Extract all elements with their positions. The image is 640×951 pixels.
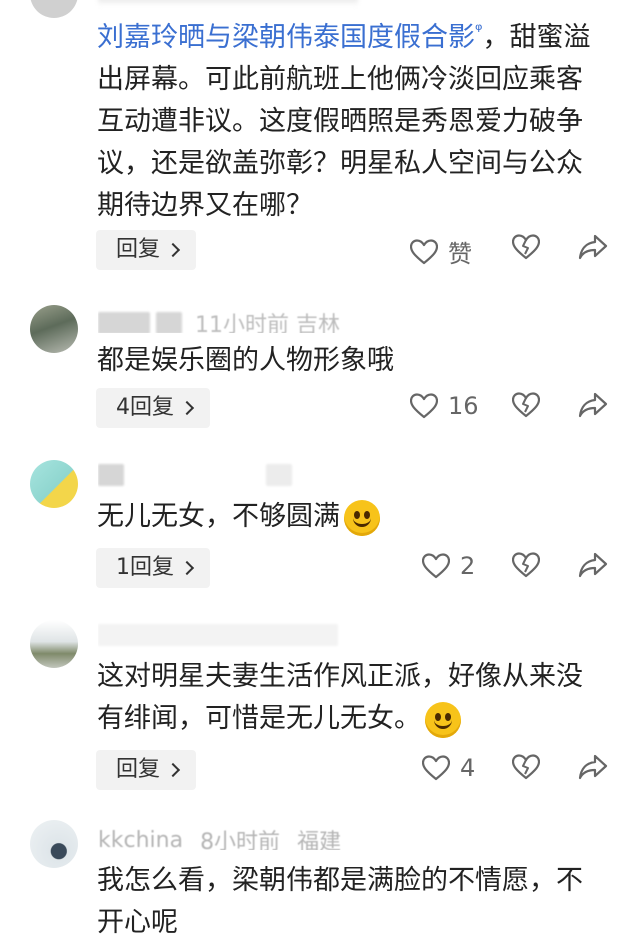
like-button[interactable]: 2 [422, 552, 475, 580]
like-count: 2 [460, 552, 476, 580]
comment-text: 无儿无女，不够圆满 [97, 496, 602, 538]
comment-actions: 16 [0, 388, 640, 428]
share-button[interactable] [578, 392, 608, 418]
like-count: 4 [460, 754, 476, 782]
share-button[interactable] [578, 234, 608, 260]
share-button[interactable] [578, 552, 608, 578]
comment-meta [98, 622, 344, 648]
share-arrow-icon [578, 754, 608, 780]
avatar[interactable] [30, 460, 78, 508]
comment-actions: 赞 [0, 230, 640, 270]
dislike-button[interactable] [512, 754, 540, 780]
comment-meta: 11小时前 吉林 [98, 307, 340, 333]
heart-outline-icon [422, 755, 450, 781]
comment-text: 刘嘉玲晒与梁朝伟泰国度假合影ᵠ，甜蜜溢出屏幕。可此前航班上他俩冷淡回应乘客互动遭… [97, 10, 602, 227]
comment-text: 这对明星夫妻生活作风正派，好像从来没有绯闻，可惜是无儿无女。 [97, 656, 602, 740]
comment-location: 福建 [297, 830, 342, 850]
share-arrow-icon [578, 234, 608, 260]
comment-meta [98, 0, 358, 6]
dislike-button[interactable] [512, 392, 540, 418]
heart-outline-icon [422, 553, 450, 579]
comment-time: 8小时前 [200, 830, 281, 850]
avatar[interactable] [30, 305, 78, 353]
like-button[interactable]: 4 [422, 754, 475, 782]
share-arrow-icon [578, 552, 608, 578]
comment-username[interactable]: kkchina [98, 828, 183, 851]
heart-outline-icon [410, 393, 438, 419]
share-button[interactable] [578, 754, 608, 780]
comment-location: 吉林 [296, 313, 341, 333]
broken-heart-icon [512, 234, 540, 260]
avatar[interactable] [30, 820, 78, 868]
broken-heart-icon [512, 552, 540, 578]
broken-heart-icon [512, 392, 540, 418]
comment-text: 我怎么看，梁朝伟都是满脸的不情愿，不开心呢 [97, 865, 583, 938]
comment-text-body: 这对明星夫妻生活作风正派，好像从来没有绯闻，可惜是无儿无女。 [97, 661, 583, 734]
avatar[interactable] [30, 0, 78, 18]
smile-emoji-icon [425, 701, 461, 738]
share-arrow-icon [578, 392, 608, 418]
like-button[interactable]: 赞 [410, 234, 472, 269]
like-label: 赞 [448, 240, 472, 268]
comment-time: 11小时前 [195, 313, 289, 333]
avatar[interactable] [30, 620, 78, 668]
topic-link[interactable]: 刘嘉玲晒与梁朝伟泰国度假合影 [97, 22, 475, 53]
comment-meta [98, 462, 298, 488]
comment-actions: 2 [0, 548, 640, 588]
broken-heart-icon [512, 754, 540, 780]
dislike-button[interactable] [512, 234, 540, 260]
smile-emoji-icon [344, 499, 380, 536]
comment-text: 都是娱乐圈的人物形象哦 [97, 345, 394, 376]
comment-meta: kkchina 8小时前 福建 [98, 824, 342, 851]
dislike-button[interactable] [512, 552, 540, 578]
comment-text-body: 无儿无女，不够圆满 [97, 501, 340, 532]
heart-outline-icon [410, 238, 438, 265]
like-button[interactable]: 16 [410, 392, 479, 420]
like-count: 16 [448, 392, 479, 420]
comment-actions: 4 [0, 750, 640, 790]
